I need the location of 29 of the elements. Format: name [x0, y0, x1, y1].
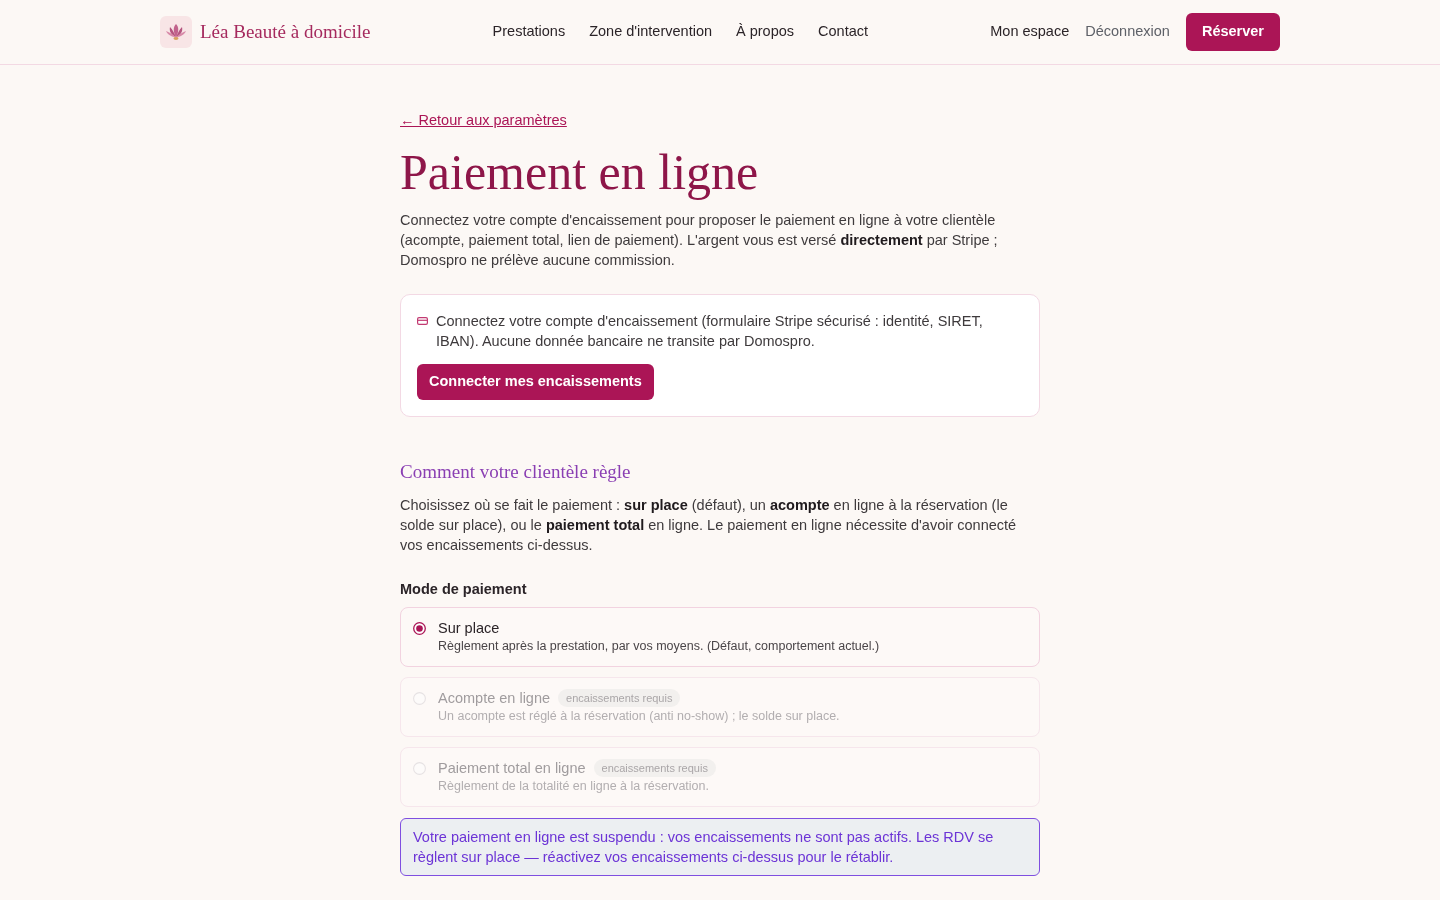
- requirement-badge: encaissements requis: [593, 758, 716, 777]
- connect-button[interactable]: Connecter mes encaissements: [417, 364, 654, 400]
- nav-link[interactable]: À propos: [736, 21, 795, 43]
- section-description: Choisissez où se fait le paiement : sur place (défaut), un acompte en ligne à la réservation (le solde sur place), ou le paiement total en ligne. Le paiement en ligne nécessite d'avoir connecté vos encaissements ci-dessus.: [400, 495, 1018, 555]
- suspended-alert: Votre paiement en ligne est suspendu : vos encaissements ne sont pas actifs. Les RDV se règlent sur place — réactivez vos encaissements ci-dessus pour le rétablir.: [400, 817, 1040, 876]
- brand-name[interactable]: Léa Beauté à domicile: [200, 17, 371, 47]
- option-title: Sur place: [438, 618, 500, 638]
- connect-info-text: Connectez votre compte d'encaissement (formulaire Stripe sécurisé : identité, SIRET, IBAN). Aucune donnée bancaire ne transite par Domospro.: [436, 312, 984, 351]
- intro-text: Connectez votre compte d'encaissement pour proposer le paiement en ligne à votre clientèle (acompte, paiement total, lien de paiement). L'argent vous est versé directement par Stripe ; Domospro ne prélève aucune commission.: [400, 211, 999, 270]
- book-button[interactable]: Réserver: [1185, 13, 1280, 51]
- option-title: Paiement total en ligne: [438, 758, 586, 778]
- account-link[interactable]: Mon espace: [990, 21, 1070, 43]
- lotus-logo-icon: [160, 16, 192, 48]
- section-title: Comment votre clientèle règle: [400, 459, 632, 484]
- option-description: Règlement de la totalité en ligne à la réservation.: [438, 777, 710, 795]
- radio-button[interactable]: [413, 621, 426, 635]
- logout-link[interactable]: Déconnexion: [1085, 21, 1170, 43]
- option-description: Un acompte est réglé à la réservation (anti no-show) ; le solde sur place.: [438, 707, 840, 725]
- back-link[interactable]: ← Retour aux paramètres: [400, 110, 567, 130]
- page-title: Paiement en ligne: [400, 143, 760, 202]
- nav-link[interactable]: Zone d'intervention: [589, 21, 712, 43]
- field-label: Mode de paiement: [400, 579, 528, 599]
- requirement-badge: encaissements requis: [558, 688, 681, 707]
- payment-option[interactable]: Sur place Règlement après la prestation, par vos moyens. (Défaut, comportement actuel.): [400, 606, 1040, 667]
- nav-link[interactable]: Contact: [818, 21, 869, 43]
- nav-link[interactable]: Prestations: [492, 21, 566, 43]
- option-description: Règlement après la prestation, par vos moyens. (Défaut, comportement actuel.): [438, 637, 880, 655]
- credit-card-icon: [417, 317, 428, 325]
- option-title: Acompte en ligne: [438, 688, 551, 708]
